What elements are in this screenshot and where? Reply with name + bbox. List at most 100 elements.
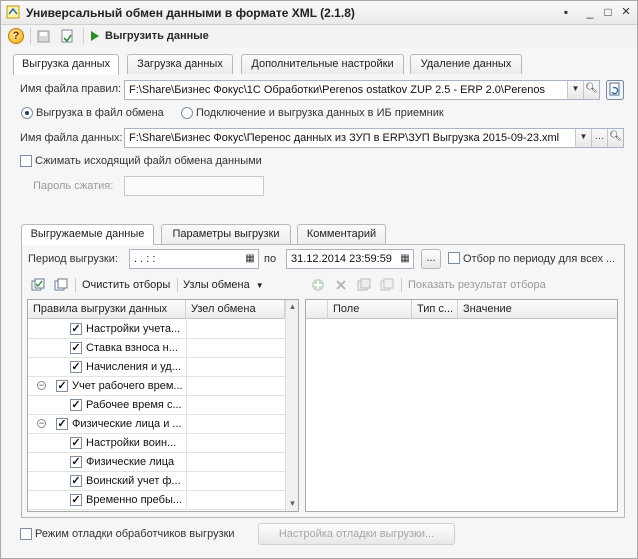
rule-checkbox[interactable]: ✓ [56, 380, 68, 392]
data-file-search-icon[interactable]: 🔍︎ [607, 129, 623, 147]
rules-file-dropdown[interactable]: ▼ [567, 81, 583, 99]
compression-password-field[interactable] [124, 176, 264, 196]
rule-checkbox[interactable]: ✓ [70, 494, 82, 506]
tab-export[interactable]: Выгрузка данных [13, 54, 119, 75]
reread-rules-icon[interactable] [606, 80, 624, 100]
rule-label: Настройки воин... [86, 437, 177, 449]
uncheck-all-icon[interactable] [54, 278, 68, 292]
run-export-button[interactable]: Выгрузить данные [91, 28, 209, 44]
window-title: Универсальный обмен данными в формате XM… [26, 6, 355, 20]
cell-separator [186, 453, 187, 472]
table-row[interactable]: ✓ Физические лица [28, 453, 285, 472]
rule-checkbox[interactable]: ✓ [70, 361, 82, 373]
maximize-button[interactable]: □ [599, 4, 617, 20]
field-column-header[interactable]: Поле [328, 300, 412, 319]
rules-grid-scrollbar[interactable]: ▲ ▼ [285, 300, 298, 511]
period-to-value: 31.12.2014 23:59:59 [291, 253, 392, 265]
show-filter-result-button[interactable]: Показать результат отбора [408, 279, 546, 291]
period-to-calendar-icon[interactable]: ▦ [398, 250, 412, 268]
rules-file-field[interactable]: F:\Share\Бизнес Фокус\1С Обработки\Peren… [124, 80, 600, 100]
toolbar-separator [177, 278, 178, 292]
tab-comment[interactable]: Комментарий [297, 224, 386, 244]
add-filter-icon[interactable] [311, 278, 325, 292]
rule-label: Рабочее время с... [86, 399, 182, 411]
save-settings-icon[interactable] [36, 28, 52, 44]
help-icon[interactable]: ? [8, 28, 24, 44]
collapse-icon[interactable]: − [37, 419, 46, 428]
filter-by-period-checkbox[interactable] [448, 252, 460, 264]
table-row[interactable]: − ✓ Физические лица и ... [28, 415, 285, 434]
toolbar-separator [75, 278, 76, 292]
rule-checkbox[interactable]: ✓ [70, 437, 82, 449]
debug-settings-button[interactable]: Настройка отладки выгрузки... [258, 523, 455, 545]
rules-grid-body: ✓ Настройки учета... ✓ Ставка взноса н... ✓ Н… [28, 320, 285, 511]
data-file-browse-button[interactable]: … [591, 129, 607, 147]
filter-by-period-label: Отбор по периоду для всех ... [463, 253, 616, 265]
toolbar-separator [30, 28, 31, 44]
data-file-label: Имя файла данных: [20, 132, 123, 144]
table-row[interactable]: ✓ Временно пребы... [28, 491, 285, 510]
scroll-up-icon[interactable]: ▲ [286, 300, 298, 314]
rules-column-header[interactable]: Правила выгрузки данных [28, 300, 186, 319]
window-menu-icon[interactable]: ▪ [557, 4, 575, 20]
table-row[interactable]: ✓ Настройки учета... [28, 320, 285, 339]
cell-separator [186, 434, 187, 453]
tab-additional-settings[interactable]: Дополнительные настройки [241, 54, 404, 74]
check-all-filters-icon[interactable] [357, 278, 371, 292]
debug-mode-checkbox[interactable] [20, 528, 32, 540]
main-tab-strip: Выгрузка данных Загрузка данных Дополнит… [13, 54, 625, 75]
period-from-field[interactable]: . . : : ▦ [129, 249, 259, 269]
tab-export-parameters[interactable]: Параметры выгрузки [161, 224, 291, 244]
table-row[interactable]: ✓ Настройки воин... [28, 434, 285, 453]
tab-import[interactable]: Загрузка данных [127, 54, 233, 74]
value-column-header[interactable]: Значение [458, 300, 617, 319]
uncheck-all-filters-icon[interactable] [380, 278, 394, 292]
tab-exported-data[interactable]: Выгружаемые данные [21, 224, 154, 245]
restore-settings-icon[interactable] [59, 28, 75, 44]
rule-label: Учет рабочего врем... [72, 380, 183, 392]
node-column-header[interactable]: Узел обмена [186, 300, 285, 319]
cell-separator [186, 320, 187, 339]
chevron-down-icon: ▼ [255, 281, 264, 290]
compress-label: Сжимать исходящий файл обмена данными [35, 155, 262, 167]
cell-separator [186, 415, 187, 434]
filter-grid: Поле Тип с... Значение [305, 299, 618, 512]
play-icon [91, 31, 99, 41]
compress-checkbox[interactable] [20, 155, 32, 167]
rule-checkbox[interactable]: ✓ [70, 475, 82, 487]
inner-tab-strip: Выгружаемые данные Параметры выгрузки Ко… [21, 224, 621, 245]
rules-grid-header: Правила выгрузки данных Узел обмена [28, 300, 285, 319]
export-to-file-radio[interactable] [21, 107, 33, 119]
tab-delete-data[interactable]: Удаление данных [410, 54, 522, 74]
clear-filters-button[interactable]: Очистить отборы [82, 279, 170, 291]
cell-separator [186, 358, 187, 377]
table-row[interactable]: ✓ Рабочее время с... [28, 396, 285, 415]
rule-checkbox[interactable]: ✓ [70, 399, 82, 411]
rule-checkbox[interactable]: ✓ [70, 456, 82, 468]
period-from-calendar-icon[interactable]: ▦ [243, 250, 257, 268]
collapse-icon[interactable]: − [37, 381, 46, 390]
export-to-ib-radio[interactable] [181, 107, 193, 119]
period-select-button[interactable]: ... [421, 249, 441, 269]
data-file-field[interactable]: F:\Share\Бизнес Фокус\Перенос данных из … [124, 128, 624, 148]
rule-checkbox[interactable]: ✓ [70, 323, 82, 335]
rule-checkbox[interactable]: ✓ [70, 342, 82, 354]
minimize-button[interactable]: _ [581, 4, 599, 20]
period-to-field[interactable]: 31.12.2014 23:59:59 ▦ [286, 249, 414, 269]
data-file-dropdown[interactable]: ▼ [575, 129, 591, 147]
table-row[interactable]: ✓ Воинский учет ф... [28, 472, 285, 491]
check-all-icon[interactable] [31, 278, 45, 292]
comparison-type-column-header[interactable]: Тип с... [412, 300, 458, 319]
close-button[interactable]: × [617, 4, 635, 20]
delete-filter-icon[interactable] [334, 278, 348, 292]
filter-grid-header: Поле Тип с... Значение [306, 300, 617, 319]
rule-checkbox[interactable]: ✓ [56, 418, 68, 430]
cell-separator [186, 491, 187, 510]
scroll-down-icon[interactable]: ▼ [286, 497, 298, 511]
rules-file-search-icon[interactable]: 🔍︎ [583, 81, 599, 99]
table-row[interactable]: ✓ Ставка взноса н... [28, 339, 285, 358]
table-row[interactable]: ✓ Начисления и уд... [28, 358, 285, 377]
rule-label: Начисления и уд... [86, 361, 181, 373]
table-row[interactable]: − ✓ Учет рабочего врем... [28, 377, 285, 396]
exchange-nodes-menu[interactable]: Узлы обмена ▼ [183, 279, 264, 291]
